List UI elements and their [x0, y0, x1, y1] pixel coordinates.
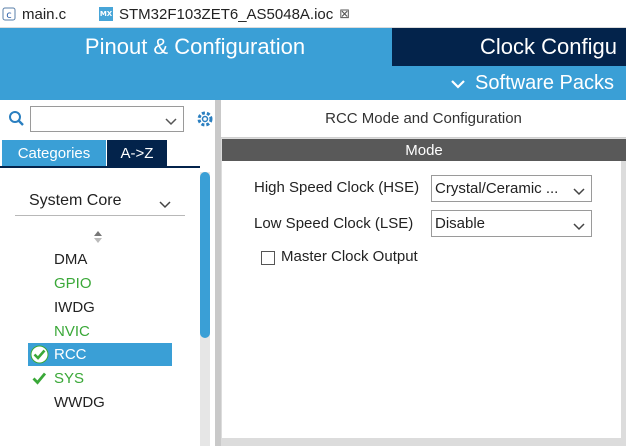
lse-select[interactable]: Disable: [431, 210, 592, 237]
perspective-header: Pinout & Configuration Clock Configu Sof…: [0, 28, 626, 100]
list-item-nvic[interactable]: NVIC: [28, 320, 172, 343]
lse-label: Low Speed Clock (LSE): [254, 215, 414, 232]
tab-categories[interactable]: Categories: [2, 140, 106, 166]
chevron-down-icon[interactable]: [573, 183, 585, 200]
mx-file-icon: MX: [99, 7, 113, 21]
hse-label: High Speed Clock (HSE): [254, 179, 420, 196]
list-item-label: SYS: [54, 370, 85, 387]
master-clock-output-label: Master Clock Output: [281, 248, 418, 265]
list-item-sys[interactable]: SYS: [28, 367, 172, 390]
mode-section-label: Mode: [405, 141, 443, 159]
categories-panel: Categories A->Z System Core DMA GPIO IWD…: [0, 100, 215, 446]
search-icon[interactable]: [8, 110, 26, 133]
gear-icon[interactable]: [196, 110, 214, 133]
list-item-iwdg[interactable]: IWDG: [28, 296, 172, 319]
c-source-file-icon: c: [2, 7, 16, 21]
editor-tab-bar: c main.c MX STM32F103ZET6_AS5048A.ioc ⊠: [0, 0, 626, 28]
list-item-label: WWDG: [54, 394, 105, 411]
category-tabs: Categories A->Z: [0, 140, 215, 166]
search-row: [0, 104, 215, 134]
header-subbar: Software Packs: [0, 66, 626, 100]
tab-clock-configuration-label: Clock Configu: [480, 34, 617, 59]
tab-main-c[interactable]: c main.c: [2, 0, 66, 28]
tab-pinout-configuration-label: Pinout & Configuration: [84, 34, 306, 59]
tab-ioc-file-label: STM32F103ZET6_AS5048A.ioc: [119, 5, 334, 23]
close-icon[interactable]: ⊠: [339, 6, 350, 22]
category-tree: System Core DMA GPIO IWDG NVIC RCC SYS W…: [0, 172, 198, 446]
software-packs-menu[interactable]: Software Packs: [451, 66, 614, 100]
lse-select-value: Disable: [435, 215, 486, 232]
list-item-label: GPIO: [54, 275, 92, 292]
tabs-underline: [0, 166, 200, 168]
search-input[interactable]: [30, 106, 184, 132]
list-item-label: RCC: [54, 346, 87, 363]
list-item-label: IWDG: [54, 299, 95, 316]
tab-ioc-file[interactable]: MX STM32F103ZET6_AS5048A.ioc ⊠: [99, 0, 350, 28]
check-circle-icon: [30, 345, 49, 368]
stm32cubemx-window: c main.c MX STM32F103ZET6_AS5048A.ioc ⊠ …: [0, 0, 626, 446]
checkmark-icon: [30, 369, 49, 392]
software-packs-label: Software Packs: [475, 71, 614, 94]
scrollbar-thumb[interactable]: [200, 172, 210, 338]
panel-title: RCC Mode and Configuration: [221, 100, 626, 138]
list-item-gpio[interactable]: GPIO: [28, 272, 172, 295]
panel-title-label: RCC Mode and Configuration: [325, 110, 522, 127]
hse-select[interactable]: Crystal/Ceramic ...: [431, 175, 592, 202]
hse-select-value: Crystal/Ceramic ...: [435, 180, 559, 197]
chevron-down-icon: [451, 72, 465, 95]
master-clock-output-checkbox[interactable]: [261, 251, 275, 265]
sort-icon[interactable]: [93, 230, 103, 249]
svg-text:c: c: [6, 10, 12, 21]
mode-section-header: Mode: [222, 139, 626, 161]
tab-a-to-z[interactable]: A->Z: [107, 140, 167, 166]
system-core-label: System Core: [29, 191, 122, 209]
tab-main-c-label: main.c: [22, 5, 67, 23]
tab-pinout-configuration[interactable]: Pinout & Configuration: [0, 28, 390, 66]
list-item-label: DMA: [54, 251, 88, 268]
list-item-wwdg[interactable]: WWDG: [28, 391, 172, 414]
tab-a-to-z-label: A->Z: [120, 144, 154, 162]
tab-clock-configuration[interactable]: Clock Configu: [392, 28, 626, 66]
list-item-dma[interactable]: DMA: [28, 248, 172, 271]
tab-categories-label: Categories: [17, 144, 91, 162]
list-item-rcc[interactable]: RCC: [28, 343, 172, 366]
system-core-group[interactable]: System Core: [15, 186, 185, 216]
chevron-down-icon[interactable]: [159, 196, 171, 214]
list-item-label: NVIC: [54, 323, 90, 340]
mode-configuration-panel: RCC Mode and Configuration Mode High Spe…: [221, 100, 626, 446]
mode-content: High Speed Clock (HSE) Crystal/Ceramic .…: [222, 161, 621, 438]
chevron-down-icon[interactable]: [165, 113, 177, 131]
chevron-down-icon[interactable]: [573, 218, 585, 235]
